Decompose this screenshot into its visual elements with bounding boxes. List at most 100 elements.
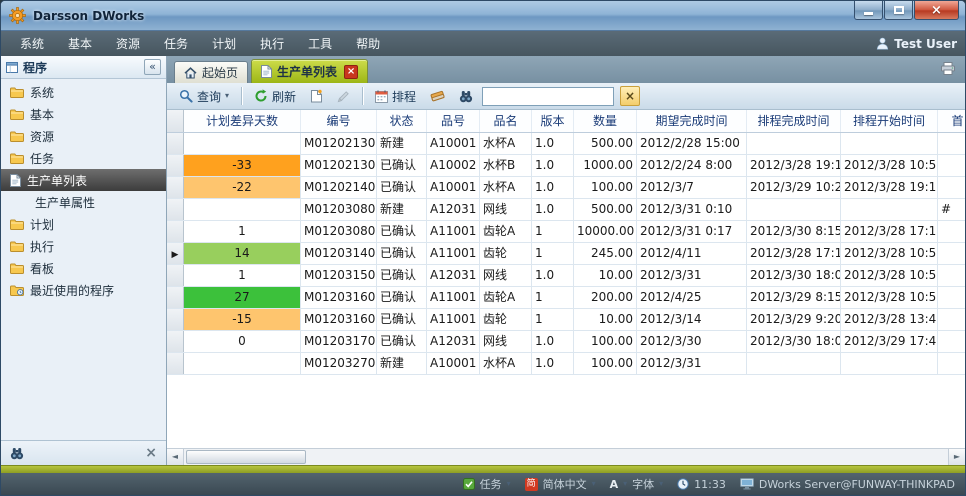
tab-0[interactable]: 起始页 [174,61,248,83]
menu-item-1[interactable]: 基本 [57,31,103,56]
search-input[interactable] [482,87,614,106]
sidebar-item-0[interactable]: 系统 [1,81,166,103]
row-selector[interactable] [167,265,184,286]
cell: A11001 [427,243,480,264]
sidebar-search-close-icon[interactable]: × [145,446,157,460]
language-status[interactable]: 简简体中文▾ [525,476,596,492]
table-row-1[interactable]: -33M012021302已确认A10002水杯B1.01000.002012/… [167,155,965,177]
maximize-button[interactable] [884,1,913,20]
column-header-0[interactable]: 计划差异天数 [184,110,301,132]
user-name: Test User [894,37,957,51]
row-selector[interactable] [167,133,184,154]
cell: # [938,199,965,220]
schedule-button[interactable]: 排程 [370,86,421,107]
tab-1[interactable]: 生产单列表× [251,59,368,83]
menu-item-7[interactable]: 帮助 [345,31,391,56]
binoculars-icon[interactable] [10,447,24,460]
clock-status[interactable]: 11:33 [677,478,726,491]
sidebar-item-8[interactable]: 看板 [1,257,166,279]
scroll-right-icon[interactable]: ► [948,449,965,465]
cell: 已确认 [377,309,427,330]
column-header-7[interactable]: 期望完成时间 [637,110,747,132]
menu-item-4[interactable]: 计划 [201,31,247,56]
toolbar-button-label: 排程 [392,88,416,105]
find-button[interactable] [454,88,478,105]
row-selector[interactable] [167,199,184,220]
sidebar-item-7[interactable]: 执行 [1,235,166,257]
cell: 2012/3/30 [637,331,747,352]
table-row-5[interactable]: ▶14M012031402已确认A11001齿轮1245.002012/4/11… [167,243,965,265]
sidebar-collapse-button[interactable]: « [144,59,161,75]
table-row-4[interactable]: 1M012030802已确认A11001齿轮A110000.002012/3/3… [167,221,965,243]
table-row-6[interactable]: 1M012031501已确认A12031网线1.010.002012/3/312… [167,265,965,287]
close-button[interactable]: × [914,1,959,20]
menu-item-2[interactable]: 资源 [105,31,151,56]
status-bar: 任务▾简简体中文▾A▾字体▾11:33DWorks Server@FUNWAY-… [1,473,965,495]
cell: -22 [184,177,301,198]
query-button[interactable]: 查询▾ [174,86,234,107]
chevron-down-icon: ▾ [623,479,627,489]
title-bar[interactable]: Darsson DWorks × [1,1,965,31]
horizontal-scrollbar[interactable]: ◄ ► [167,448,965,465]
sidebar-item-6[interactable]: 计划 [1,213,166,235]
sidebar-item-9[interactable]: 最近使用的程序 [1,279,166,301]
table-row-8[interactable]: -15M012031602已确认A11001齿轮110.002012/3/142… [167,309,965,331]
row-selector[interactable] [167,353,184,374]
column-header-9[interactable]: 排程开始时间 [841,110,938,132]
search-clear-button[interactable]: × [620,86,640,106]
row-selector[interactable] [167,177,184,198]
column-header-6[interactable]: 数量 [574,110,637,132]
row-selector[interactable] [167,287,184,308]
printer-icon[interactable] [941,62,955,75]
new-button[interactable] [305,87,328,105]
tab-close-icon[interactable]: × [344,65,358,79]
column-header-4[interactable]: 品名 [480,110,532,132]
table-row-9[interactable]: 0M012031701已确认A12031网线1.0100.002012/3/30… [167,331,965,353]
menu-item-3[interactable]: 任务 [153,31,199,56]
toolbar-button-label: 查询 [197,88,221,105]
task-status[interactable]: 任务▾ [463,476,511,492]
table-row-3[interactable]: M012030801新建A12031网线1.0500.002012/3/31 0… [167,199,965,221]
row-selector[interactable] [167,221,184,242]
edit-button[interactable] [332,88,355,105]
row-selector[interactable] [167,331,184,352]
menu-item-6[interactable]: 工具 [297,31,343,56]
table-row-2[interactable]: -22M012021401已确认A10001水杯A1.0100.002012/3… [167,177,965,199]
sidebar-item-1[interactable]: 基本 [1,103,166,125]
cell: 2012/3/28 10:52 [841,287,938,308]
column-header-5[interactable]: 版本 [532,110,574,132]
user-info[interactable]: Test User [876,37,957,51]
cell: 2012/3/31 [637,265,747,286]
scroll-left-icon[interactable]: ◄ [167,449,184,465]
minimize-button[interactable] [854,1,883,20]
scroll-thumb[interactable] [186,450,306,464]
sidebar-item-2[interactable]: 资源 [1,125,166,147]
content-area: 起始页生产单列表× 查询▾ 刷新 排程 × 计划差异天数编号状态品号品名版本数量期望完… [167,56,965,465]
status-accent-strip [1,465,965,473]
table-row-0[interactable]: M012021301新建A10001水杯A1.0500.002012/2/28 … [167,133,965,155]
column-header-2[interactable]: 状态 [377,110,427,132]
row-selector[interactable] [167,309,184,330]
status-label: 任务 [480,476,502,492]
font-status[interactable]: A▾字体▾ [610,476,664,492]
menu-item-0[interactable]: 系统 [9,31,55,56]
folder-icon [10,109,24,120]
table-row-7[interactable]: 27M012031601已确认A11001齿轮A1200.002012/4/25… [167,287,965,309]
row-selector[interactable]: ▶ [167,243,184,264]
refresh-button[interactable]: 刷新 [249,86,301,107]
erase-button[interactable] [425,88,450,104]
server-status[interactable]: DWorks Server@FUNWAY-THINKPAD [740,478,955,491]
menu-item-5[interactable]: 执行 [249,31,295,56]
sidebar-item-4[interactable]: 生产单列表 [1,169,166,191]
column-header-3[interactable]: 品号 [427,110,480,132]
sidebar-item-3[interactable]: 任务 [1,147,166,169]
table-row-10[interactable]: M012032701新建A10001水杯A1.0100.002012/3/31 [167,353,965,375]
sidebar-item-5[interactable]: 生产单属性 [1,191,166,213]
column-header-10[interactable]: 首 [938,110,965,132]
column-header-8[interactable]: 排程完成时间 [747,110,841,132]
cell: 245.00 [574,243,637,264]
row-selector[interactable] [167,155,184,176]
column-header-1[interactable]: 编号 [301,110,377,132]
status-label: 11:33 [694,478,726,491]
form-icon [6,62,18,73]
